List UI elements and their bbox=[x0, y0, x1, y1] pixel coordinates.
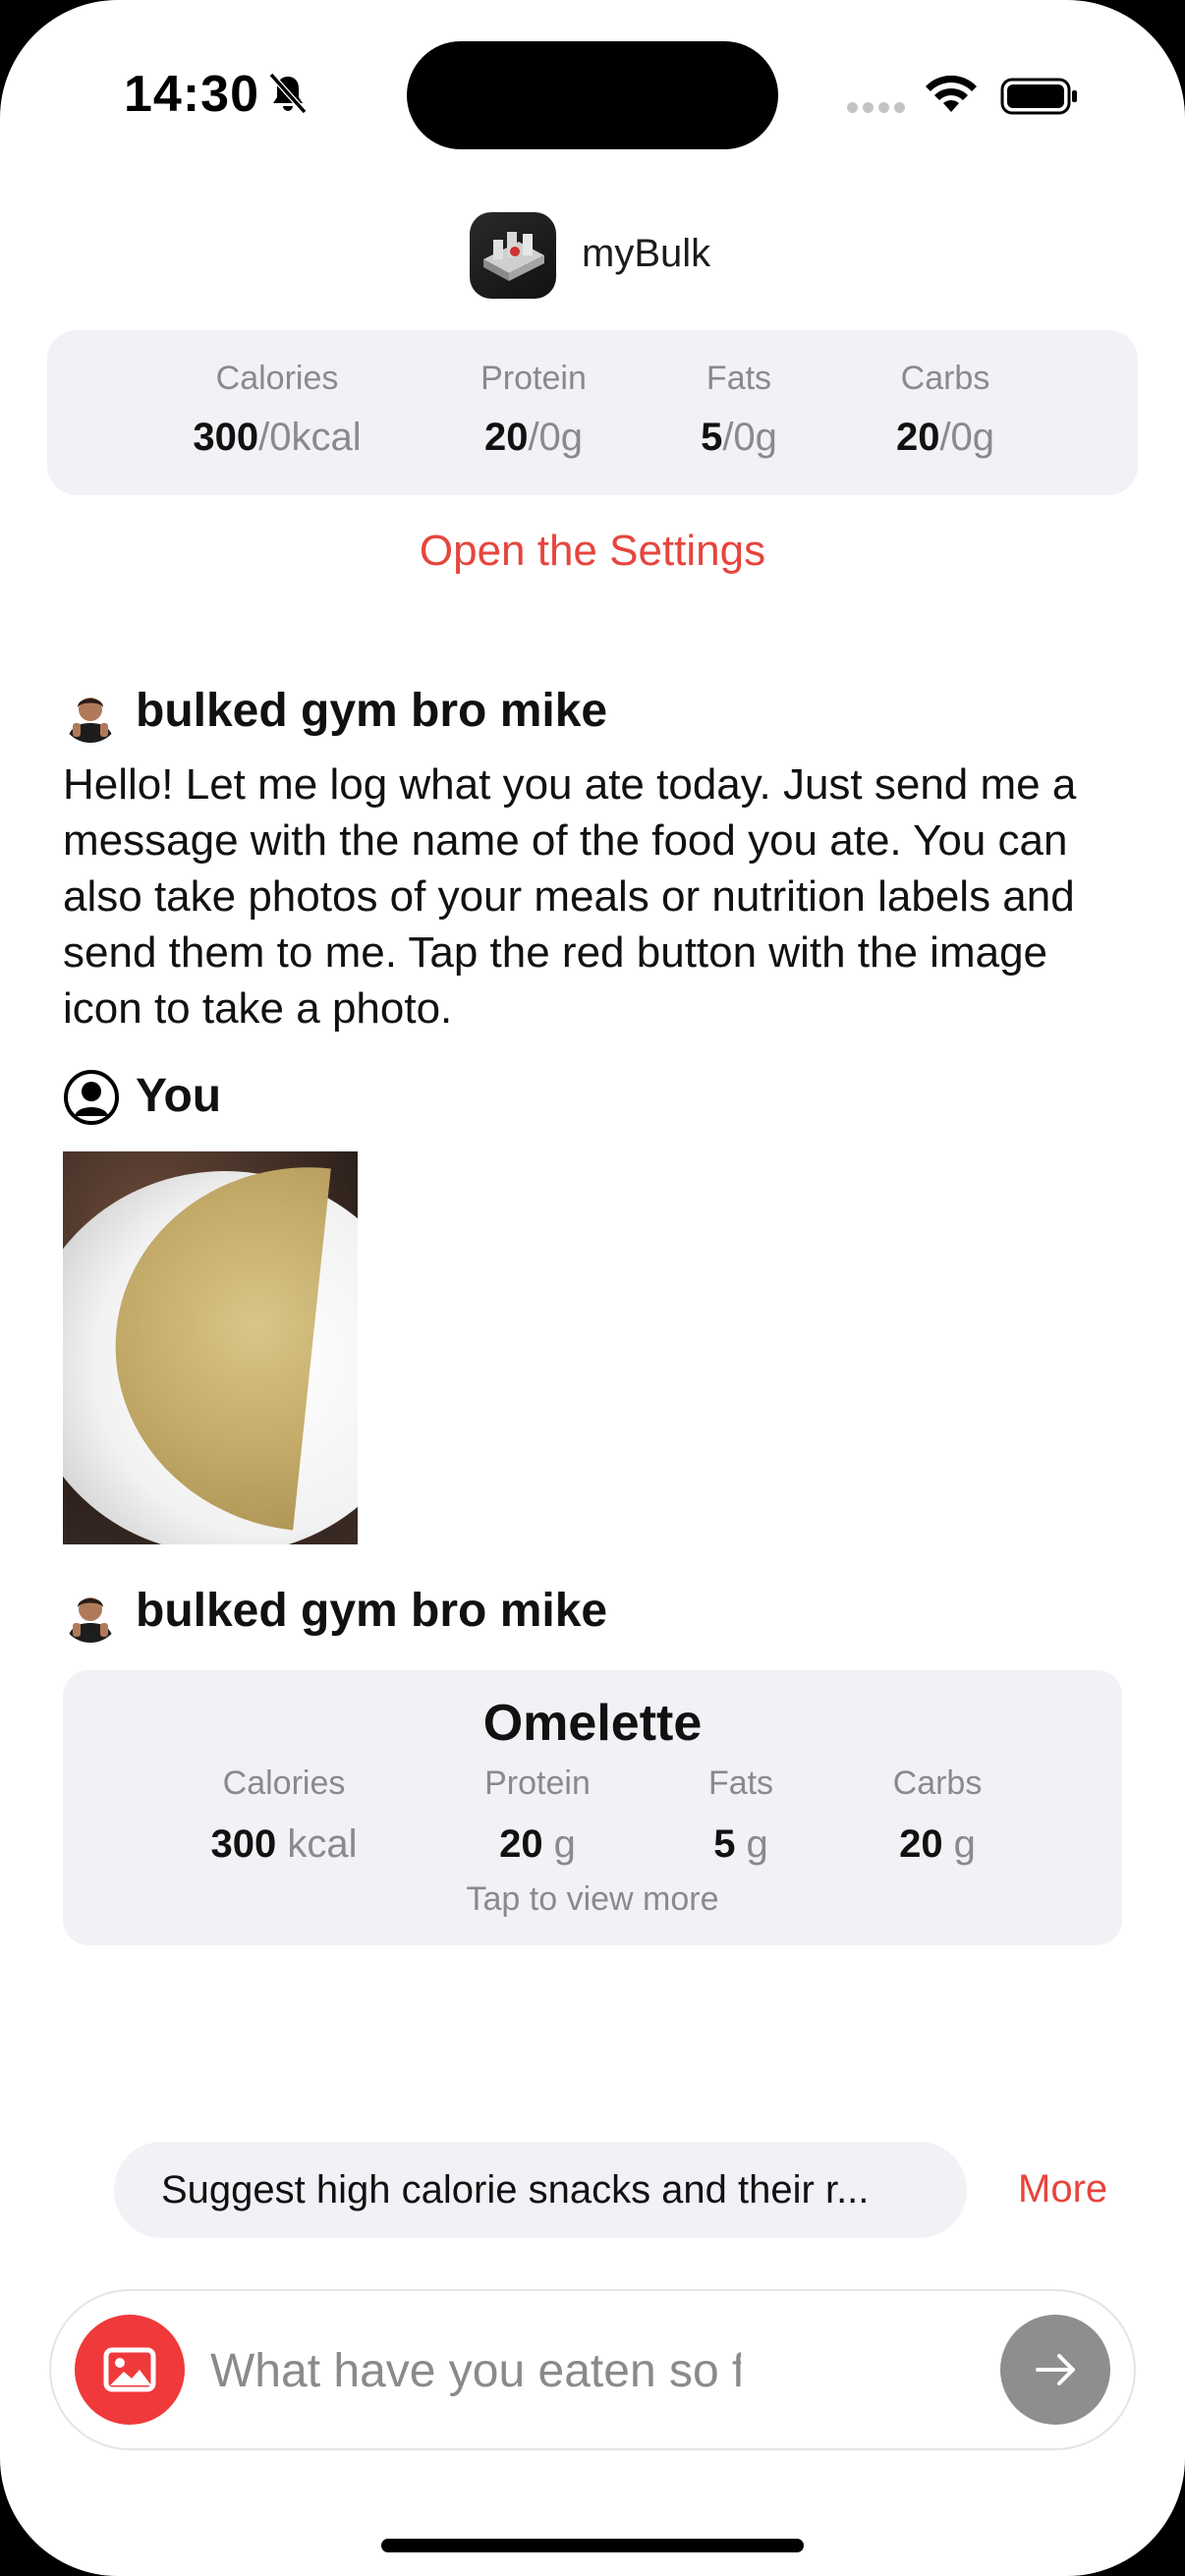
summary-carbs-label: Carbs bbox=[900, 360, 990, 397]
dynamic-island bbox=[407, 41, 778, 149]
food-protein-label: Protein bbox=[484, 1764, 591, 1802]
food-title: Omelette bbox=[482, 1695, 703, 1752]
message-input[interactable] bbox=[208, 2330, 743, 2411]
battery-icon bbox=[1000, 78, 1077, 115]
bot-avatar-icon bbox=[61, 1584, 120, 1643]
food-fats-label: Fats bbox=[707, 1764, 774, 1802]
user-circle-icon bbox=[64, 1070, 119, 1125]
summary-protein: Protein 20/0g bbox=[480, 360, 587, 460]
user-sender-name: You bbox=[136, 1070, 222, 1122]
message-input-bar bbox=[49, 2289, 1136, 2450]
food-fats-value: 5 g bbox=[713, 1822, 768, 1866]
summary-calories: Calories 300/0kcal bbox=[193, 360, 361, 460]
food-calories: Calories 300 kcal bbox=[211, 1764, 358, 1867]
take-photo-button[interactable] bbox=[75, 2315, 185, 2425]
bot-welcome-message: Hello! Let me log what you ate today. Ju… bbox=[63, 760, 1077, 1033]
home-indicator[interactable] bbox=[381, 2539, 804, 2552]
summary-calories-label: Calories bbox=[215, 360, 339, 397]
bot-sender-name: bulked gym bro mike bbox=[136, 685, 608, 737]
tap-to-view-more: Tap to view more bbox=[466, 1880, 719, 1918]
summary-fats: Fats 5/0g bbox=[701, 360, 777, 460]
daily-summary[interactable]: Calories 300/0kcal Protein 20/0g Fats 5/… bbox=[47, 330, 1138, 495]
app-icon bbox=[470, 212, 556, 299]
bot-avatar-icon bbox=[61, 684, 120, 743]
food-carbs-label: Carbs bbox=[892, 1764, 983, 1802]
summary-fats-value: 5/0g bbox=[701, 416, 777, 459]
cellular-signal-icon bbox=[847, 100, 910, 118]
food-fats: Fats 5 g bbox=[708, 1764, 773, 1867]
wifi-icon bbox=[926, 75, 977, 112]
app-title: myBulk bbox=[582, 232, 711, 275]
food-carbs: Carbs 20 g bbox=[893, 1764, 983, 1867]
status-time: 14:30 bbox=[124, 66, 259, 123]
image-icon bbox=[103, 2347, 156, 2392]
food-calories-label: Calories bbox=[222, 1764, 346, 1802]
meal-photo[interactable] bbox=[63, 1151, 358, 1544]
suggestion-chip[interactable]: Suggest high calorie snacks and their r.… bbox=[114, 2142, 967, 2238]
phone-screen: 14:30 myBulk Calories 300/0kcal Protein … bbox=[0, 0, 1185, 2576]
bot-sender-name: bulked gym bro mike bbox=[136, 1585, 608, 1637]
arrow-right-icon bbox=[1036, 2354, 1075, 2385]
summary-protein-value: 20/0g bbox=[483, 416, 584, 459]
summary-carbs-value: 20/0g bbox=[895, 416, 995, 459]
bell-slash-icon bbox=[268, 72, 308, 115]
summary-protein-label: Protein bbox=[480, 360, 587, 397]
open-settings-link[interactable]: Open the Settings bbox=[0, 527, 1185, 576]
summary-carbs: Carbs 20/0g bbox=[896, 360, 994, 460]
food-calories-value: 300 kcal bbox=[210, 1822, 358, 1866]
send-button[interactable] bbox=[1000, 2315, 1110, 2425]
summary-calories-value: 300/0kcal bbox=[193, 416, 362, 459]
more-suggestions-button[interactable]: More bbox=[1018, 2167, 1107, 2212]
food-carbs-value: 20 g bbox=[899, 1822, 976, 1866]
summary-fats-label: Fats bbox=[705, 360, 772, 397]
food-protein: Protein 20 g bbox=[484, 1764, 591, 1867]
food-protein-value: 20 g bbox=[499, 1822, 576, 1866]
food-entry-card[interactable]: Omelette Calories 300 kcal Protein 20 g … bbox=[63, 1670, 1122, 1945]
